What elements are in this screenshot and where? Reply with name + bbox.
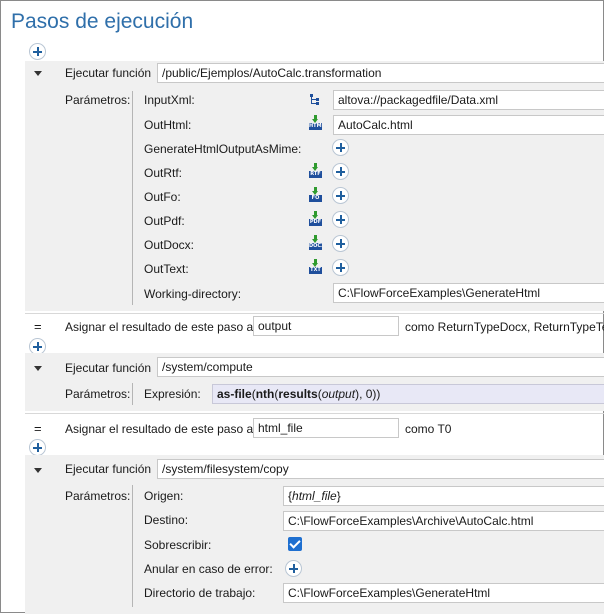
assign2-type-text: como T0 [405, 422, 452, 436]
step2-expression-label: Expresión: [144, 387, 201, 401]
param-directorio-label: Directorio de trabajo: [144, 586, 256, 600]
origen-brace-close: } [336, 489, 341, 503]
param-outdocx-add-button[interactable] [332, 235, 349, 252]
param-outpdf-label: OutPdf: [144, 214, 185, 228]
param-outhtml-label: OutHtml: [144, 118, 192, 132]
param-directorio-input[interactable]: C:\FlowForceExamples\GenerateHtml [283, 583, 604, 603]
step2-expression-input[interactable]: as-file(nth(results(output), 0)) [212, 384, 604, 404]
html-output-icon: HTML [309, 115, 322, 130]
step3-params-label: Parámetros: [65, 489, 131, 503]
assign1-variable-input[interactable]: output [253, 316, 399, 336]
expr-func-nth: nth [255, 387, 275, 401]
expr-func-results: results [278, 387, 318, 401]
expr-func-asfile: as-file [217, 387, 252, 401]
step3-params-divider [132, 485, 133, 607]
param-anular-label: Anular en caso de error: [144, 562, 273, 576]
param-inputxml-label: InputXml: [144, 93, 195, 107]
param-origen-input[interactable]: {html_file} [283, 486, 604, 506]
expr-tail: ), 0)) [355, 387, 381, 401]
step2-execute-label: Ejecutar función [65, 361, 152, 375]
param-generatehtml-label: GenerateHtmlOutputAsMime: [144, 142, 302, 156]
assign1-type-text: como ReturnTypeDocx, ReturnTypeText [405, 320, 604, 334]
param-outfo-add-button[interactable] [332, 187, 349, 204]
param-destino-input[interactable]: C:\FlowForceExamples\Archive\AutoCalc.ht… [283, 511, 604, 531]
separator [25, 413, 604, 414]
param-sobrescribir-label: Sobrescribir: [144, 538, 212, 552]
step1-params-divider [132, 91, 133, 305]
step2-params-divider [132, 383, 133, 405]
origen-var: html_file [292, 489, 337, 503]
assign2-label: Asignar el resultado de este paso a [65, 422, 254, 436]
param-workingdir-label: Working-directory: [144, 287, 242, 301]
param-outpdf-add-button[interactable] [332, 211, 349, 228]
param-origen-label: Origen: [144, 489, 184, 503]
page-title: Pasos de ejecución [11, 10, 194, 33]
rtf-output-icon: RTF [309, 163, 322, 178]
param-anular-add-button[interactable] [285, 560, 302, 577]
step3-function-input[interactable]: /system/filesystem/copy [157, 459, 604, 479]
assign2-variable-input[interactable]: html_file [253, 418, 399, 438]
param-generatehtml-add-button[interactable] [332, 139, 349, 156]
overwrite-checkbox[interactable] [288, 537, 302, 551]
param-inputxml-input[interactable]: altova://packagedfile/Data.xml [333, 90, 604, 110]
step1-function-input[interactable]: /public/Ejemplos/AutoCalc.transformation [157, 63, 604, 83]
assign1-equals-symbol: = [34, 319, 42, 334]
param-outfo-label: OutFo: [144, 190, 181, 204]
xml-tree-icon [310, 94, 319, 105]
step2-function-input[interactable]: /system/compute [157, 357, 604, 377]
param-outdocx-label: OutDocx: [144, 238, 195, 252]
assign1-label: Asignar el resultado de este paso a [65, 320, 254, 334]
param-outtext-label: OutText: [144, 262, 189, 276]
step2-params-label: Parámetros: [65, 387, 131, 401]
step1-execute-label: Ejecutar función [65, 66, 152, 80]
param-outrtf-label: OutRtf: [144, 166, 183, 180]
docx-output-icon: DOCX [309, 235, 322, 250]
collapse-step1-icon[interactable] [34, 71, 42, 76]
text-output-icon: TXT [309, 259, 322, 274]
expr-var-output: output [321, 387, 356, 401]
param-outtext-add-button[interactable] [332, 259, 349, 276]
param-outrtf-add-button[interactable] [332, 163, 349, 180]
step1-params-label: Parámetros: [65, 93, 131, 107]
collapse-step2-icon[interactable] [34, 366, 42, 371]
fo-output-icon: FO [309, 187, 322, 202]
pdf-output-icon: PDF [309, 211, 322, 226]
param-outhtml-input[interactable]: AutoCalc.html [333, 115, 604, 135]
separator [25, 313, 604, 314]
step3-execute-label: Ejecutar función [65, 462, 152, 476]
param-workingdir-input[interactable]: C:\FlowForceExamples\GenerateHtml [333, 283, 604, 303]
assign2-equals-symbol: = [34, 421, 42, 436]
collapse-step3-icon[interactable] [34, 468, 42, 473]
add-step-button[interactable] [29, 43, 46, 60]
add-step-button-3[interactable] [29, 439, 46, 456]
param-destino-label: Destino: [144, 513, 189, 527]
